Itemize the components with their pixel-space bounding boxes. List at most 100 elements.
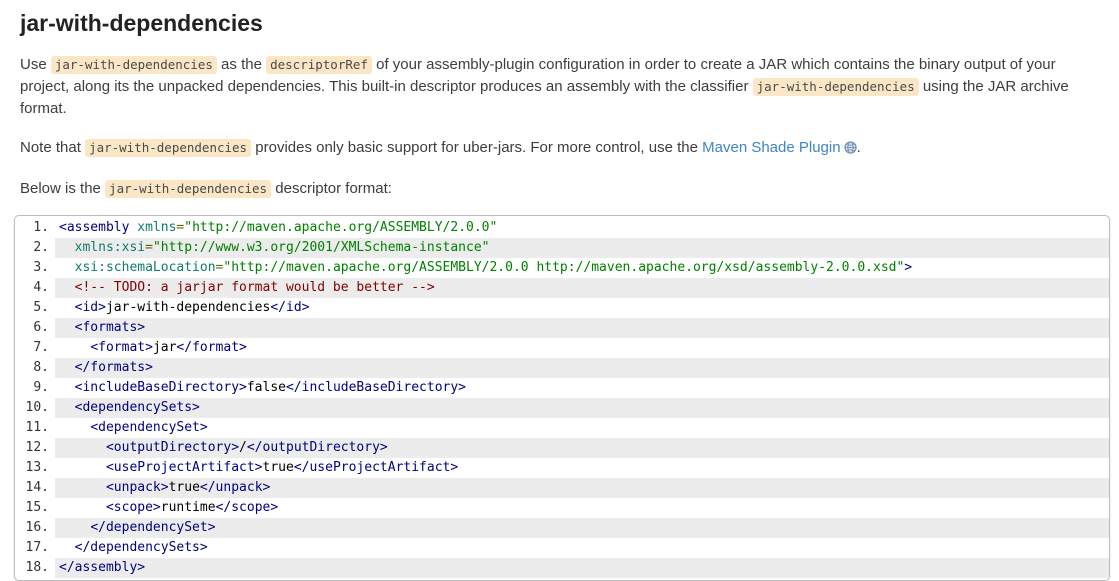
code-token: xsi:schemaLocation	[75, 260, 216, 275]
inline-code: jar-with-dependencies	[85, 139, 251, 157]
code-token: <dependencySets>	[75, 400, 200, 415]
code-token	[59, 340, 90, 355]
line-number: 2.	[15, 238, 49, 258]
line-number: 9.	[15, 378, 49, 398]
document-page: jar-with-dependencies Use jar-with-depen…	[0, 9, 1119, 581]
code-token	[59, 480, 106, 495]
code-line: 14. <unpack>true</unpack>	[55, 478, 1109, 498]
code-token: <!-- TODO: a jarjar format would be bett…	[75, 280, 435, 295]
line-number: 7.	[15, 338, 49, 358]
code-token: xmlns	[137, 220, 176, 235]
code-token: </formats>	[75, 360, 153, 375]
code-line: 9. <includeBaseDirectory>false</includeB…	[55, 378, 1109, 398]
paragraph-text: Below is the	[20, 180, 105, 197]
code-token: false	[247, 380, 286, 395]
code-line: 13. <useProjectArtifact>true</useProject…	[55, 458, 1109, 478]
code-token: <dependencySet>	[90, 420, 207, 435]
code-token: "http://maven.apache.org/ASSEMBLY/2.0.0 …	[223, 260, 904, 275]
code-token: jar	[153, 340, 176, 355]
note-paragraph: Note that jar-with-dependencies provides…	[20, 137, 1101, 161]
code-token: <outputDirectory>	[106, 440, 239, 455]
code-token	[59, 540, 75, 555]
line-number: 1.	[15, 218, 49, 238]
line-number: 4.	[15, 278, 49, 298]
line-number: 13.	[15, 458, 49, 478]
code-token: </includeBaseDirectory>	[286, 380, 466, 395]
code-token	[59, 240, 75, 255]
code-line: 15. <scope>runtime</scope>	[55, 498, 1109, 518]
code-token: </dependencySet>	[90, 520, 215, 535]
paragraph-text: as the	[217, 56, 266, 73]
code-token: </format>	[176, 340, 246, 355]
code-token	[59, 300, 75, 315]
code-token: true	[169, 480, 200, 495]
code-token	[59, 280, 75, 295]
code-token: <scope>	[106, 500, 161, 515]
code-token: </scope>	[216, 500, 279, 515]
inline-code: jar-with-dependencies	[753, 78, 919, 96]
code-token: "http://maven.apache.org/ASSEMBLY/2.0.0"	[184, 220, 497, 235]
code-token	[59, 440, 106, 455]
inline-code: jar-with-dependencies	[51, 56, 217, 74]
code-token: <formats>	[75, 320, 145, 335]
code-token	[59, 500, 106, 515]
code-token: jar-with-dependencies	[106, 300, 270, 315]
code-token: "http://www.w3.org/2001/XMLSchema-instan…	[153, 240, 490, 255]
page-title: jar-with-dependencies	[20, 9, 1110, 37]
paragraph-text: Note that	[20, 139, 85, 156]
code-pre: 1. <assembly xmlns = "http://maven.apache.o…	[15, 216, 1109, 580]
code-token: </dependencySets>	[75, 540, 208, 555]
code-line-list: 1. <assembly xmlns = "http://maven.apache.o…	[15, 218, 1109, 578]
line-number: 17.	[15, 538, 49, 558]
code-token: <includeBaseDirectory>	[75, 380, 247, 395]
code-line: 12. <outputDirectory>/</outputDirectory>	[55, 438, 1109, 458]
intro-paragraph: Use jar-with-dependencies as the descrip…	[20, 54, 1101, 120]
code-token: </useProjectArtifact>	[294, 460, 458, 475]
code-token	[59, 380, 75, 395]
code-token: </id>	[270, 300, 309, 315]
code-line: 5. <id>jar-with-dependencies</id>	[55, 298, 1109, 318]
code-line: 3. xsi:schemaLocation="http://maven.apac…	[55, 258, 1109, 278]
code-token: </outputDirectory>	[247, 440, 388, 455]
code-token: true	[263, 460, 294, 475]
code-line: 7. <format>jar</format>	[55, 338, 1109, 358]
paragraph-text: .	[857, 139, 861, 156]
code-line: 10. <dependencySets>	[55, 398, 1109, 418]
line-number: 6.	[15, 318, 49, 338]
line-number: 3.	[15, 258, 49, 278]
line-number: 5.	[15, 298, 49, 318]
code-token: </assembly>	[59, 560, 145, 575]
code-token	[59, 460, 106, 475]
line-number: 8.	[15, 358, 49, 378]
code-token: runtime	[161, 500, 216, 515]
line-number: 18.	[15, 558, 49, 578]
paragraph-text: Use	[20, 56, 51, 73]
code-line: 18.</assembly>	[55, 558, 1109, 578]
below-paragraph: Below is the jar-with-dependencies descr…	[20, 178, 1101, 200]
paragraph-text: descriptor format:	[271, 180, 392, 197]
code-token: <unpack>	[106, 480, 169, 495]
code-token	[59, 420, 90, 435]
code-line: 1.<assembly xmlns="http://maven.apache.o…	[55, 218, 1109, 238]
code-token	[59, 260, 75, 275]
maven-shade-plugin-link[interactable]: Maven Shade Plugin	[702, 139, 840, 156]
code-line: 11. <dependencySet>	[55, 418, 1109, 438]
code-block: 1. <assembly xmlns = "http://maven.apache.o…	[14, 215, 1110, 581]
paragraph-text: provides only basic support for uber-jar…	[251, 139, 702, 156]
code-token: >	[904, 260, 912, 275]
code-token: =	[145, 240, 153, 255]
code-token: /	[239, 440, 247, 455]
code-token: xmlns:xsi	[75, 240, 145, 255]
inline-code: descriptorRef	[266, 56, 372, 74]
line-number: 12.	[15, 438, 49, 458]
code-token	[59, 520, 90, 535]
inline-code: jar-with-dependencies	[105, 180, 271, 198]
code-token	[59, 320, 75, 335]
code-token	[59, 400, 75, 415]
line-number: 14.	[15, 478, 49, 498]
code-token: <assembly	[59, 220, 129, 235]
line-number: 15.	[15, 498, 49, 518]
external-link-globe-icon	[844, 139, 857, 161]
code-token: <useProjectArtifact>	[106, 460, 263, 475]
code-token: <id>	[75, 300, 106, 315]
